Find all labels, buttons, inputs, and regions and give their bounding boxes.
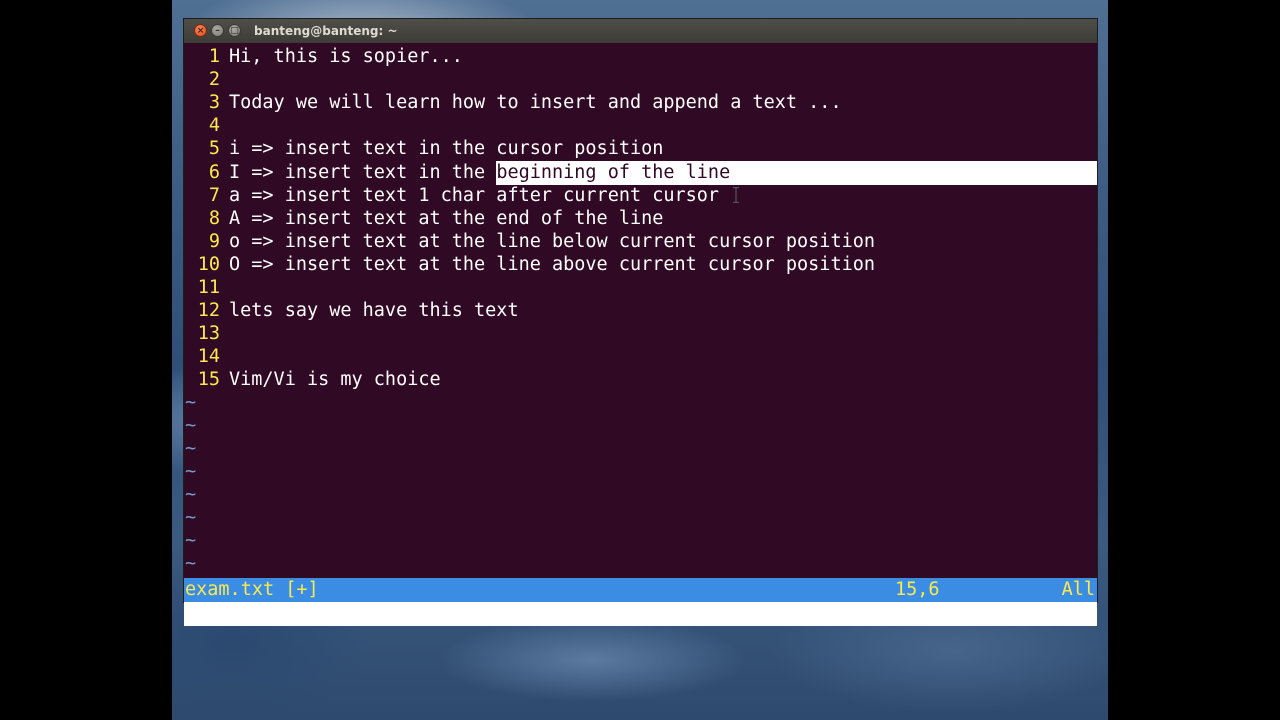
empty-line-marker: ~ <box>185 461 197 482</box>
line-number: 5 <box>208 138 220 159</box>
status-scroll-indicator: All <box>1061 579 1095 600</box>
text-cursor-icon <box>733 187 739 203</box>
line-number: 4 <box>208 115 220 136</box>
editor-line[interactable]: 5 i => insert text in the cursor positio… <box>184 137 664 160</box>
line-text: A => insert text at the end of the line <box>229 208 664 229</box>
line-number: 10 <box>197 254 220 275</box>
editor-line[interactable]: 15 Vim/Vi is my choice <box>184 368 441 391</box>
line-number: 13 <box>197 323 220 344</box>
close-icon[interactable]: × <box>194 24 207 37</box>
line-text: O => insert text at the line above curre… <box>229 254 876 275</box>
line-text: lets say we have this text <box>229 300 519 321</box>
line-text: Hi, this is sopier... <box>229 46 463 67</box>
editor-line[interactable]: 1 Hi, this is sopier... <box>184 45 463 68</box>
empty-line-marker: ~ <box>185 553 197 574</box>
empty-line-marker: ~ <box>185 415 197 436</box>
line-text: I => insert text in the beginning of the… <box>229 161 731 184</box>
selected-text[interactable]: beginning of the line <box>496 162 731 183</box>
editor-line[interactable]: 8 A => insert text at the end of the lin… <box>184 207 664 230</box>
empty-line-marker: ~ <box>185 507 197 528</box>
line-number: 1 <box>208 46 220 67</box>
line-number: 12 <box>197 300 220 321</box>
line-number: 6 <box>208 162 220 183</box>
vim-editor[interactable]: 1 Hi, this is sopier... 2 3 Today we wil… <box>184 43 1097 626</box>
empty-line-marker: ~ <box>185 530 197 551</box>
editor-line[interactable]: 12 lets say we have this text <box>184 299 519 322</box>
line-text: o => insert text at the line below curre… <box>229 231 876 252</box>
empty-line-marker: ~ <box>185 392 197 413</box>
terminal-window[interactable]: × – □ banteng@banteng: ~ 1 Hi, this is s… <box>184 19 1097 626</box>
window-titlebar[interactable]: × – □ banteng@banteng: ~ <box>184 19 1097 43</box>
empty-line-marker: ~ <box>185 438 197 459</box>
screen: × – □ banteng@banteng: ~ 1 Hi, this is s… <box>0 0 1280 720</box>
editor-line[interactable]: 7 a => insert text 1 char after current … <box>184 184 719 207</box>
maximize-icon[interactable]: □ <box>228 24 241 37</box>
line-number: 9 <box>208 231 220 252</box>
vim-status-line: exam.txt [+] 15,6 All <box>184 578 1097 602</box>
status-cursor-position: 15,6 <box>895 579 940 600</box>
line-text: Today we will learn how to insert and ap… <box>229 92 842 113</box>
line-number: 7 <box>208 185 220 206</box>
editor-line[interactable]: 9 o => insert text at the line below cur… <box>184 230 875 253</box>
line-number: 14 <box>197 346 220 367</box>
line-number: 15 <box>197 369 220 390</box>
line-number: 11 <box>197 277 220 298</box>
editor-line[interactable]: 11 <box>184 276 273 299</box>
editor-line[interactable]: 3 Today we will learn how to insert and … <box>184 91 842 114</box>
minimize-icon[interactable]: – <box>211 24 224 37</box>
status-filename: exam.txt [+] <box>185 579 319 600</box>
line-number: 2 <box>208 69 220 90</box>
line-number: 8 <box>208 208 220 229</box>
line-text: i => insert text in the cursor position <box>229 138 664 159</box>
editor-line-selected[interactable]: 6 I => insert text in the beginning of t… <box>184 161 731 184</box>
editor-line[interactable]: 13 <box>184 322 273 345</box>
vim-command-line[interactable] <box>184 602 1097 626</box>
line-text: Vim/Vi is my choice <box>229 369 441 390</box>
editor-line[interactable]: 10 O => insert text at the line above cu… <box>184 253 875 276</box>
empty-line-marker: ~ <box>185 484 197 505</box>
window-title: banteng@banteng: ~ <box>254 24 398 38</box>
line-number: 3 <box>208 92 220 113</box>
editor-line[interactable]: 4 <box>184 114 273 137</box>
line-text: a => insert text 1 char after current cu… <box>229 185 720 206</box>
editor-line[interactable]: 2 <box>184 68 273 91</box>
line-text-before-selection: I => insert text in the <box>229 162 497 183</box>
editor-line[interactable]: 14 <box>184 345 273 368</box>
